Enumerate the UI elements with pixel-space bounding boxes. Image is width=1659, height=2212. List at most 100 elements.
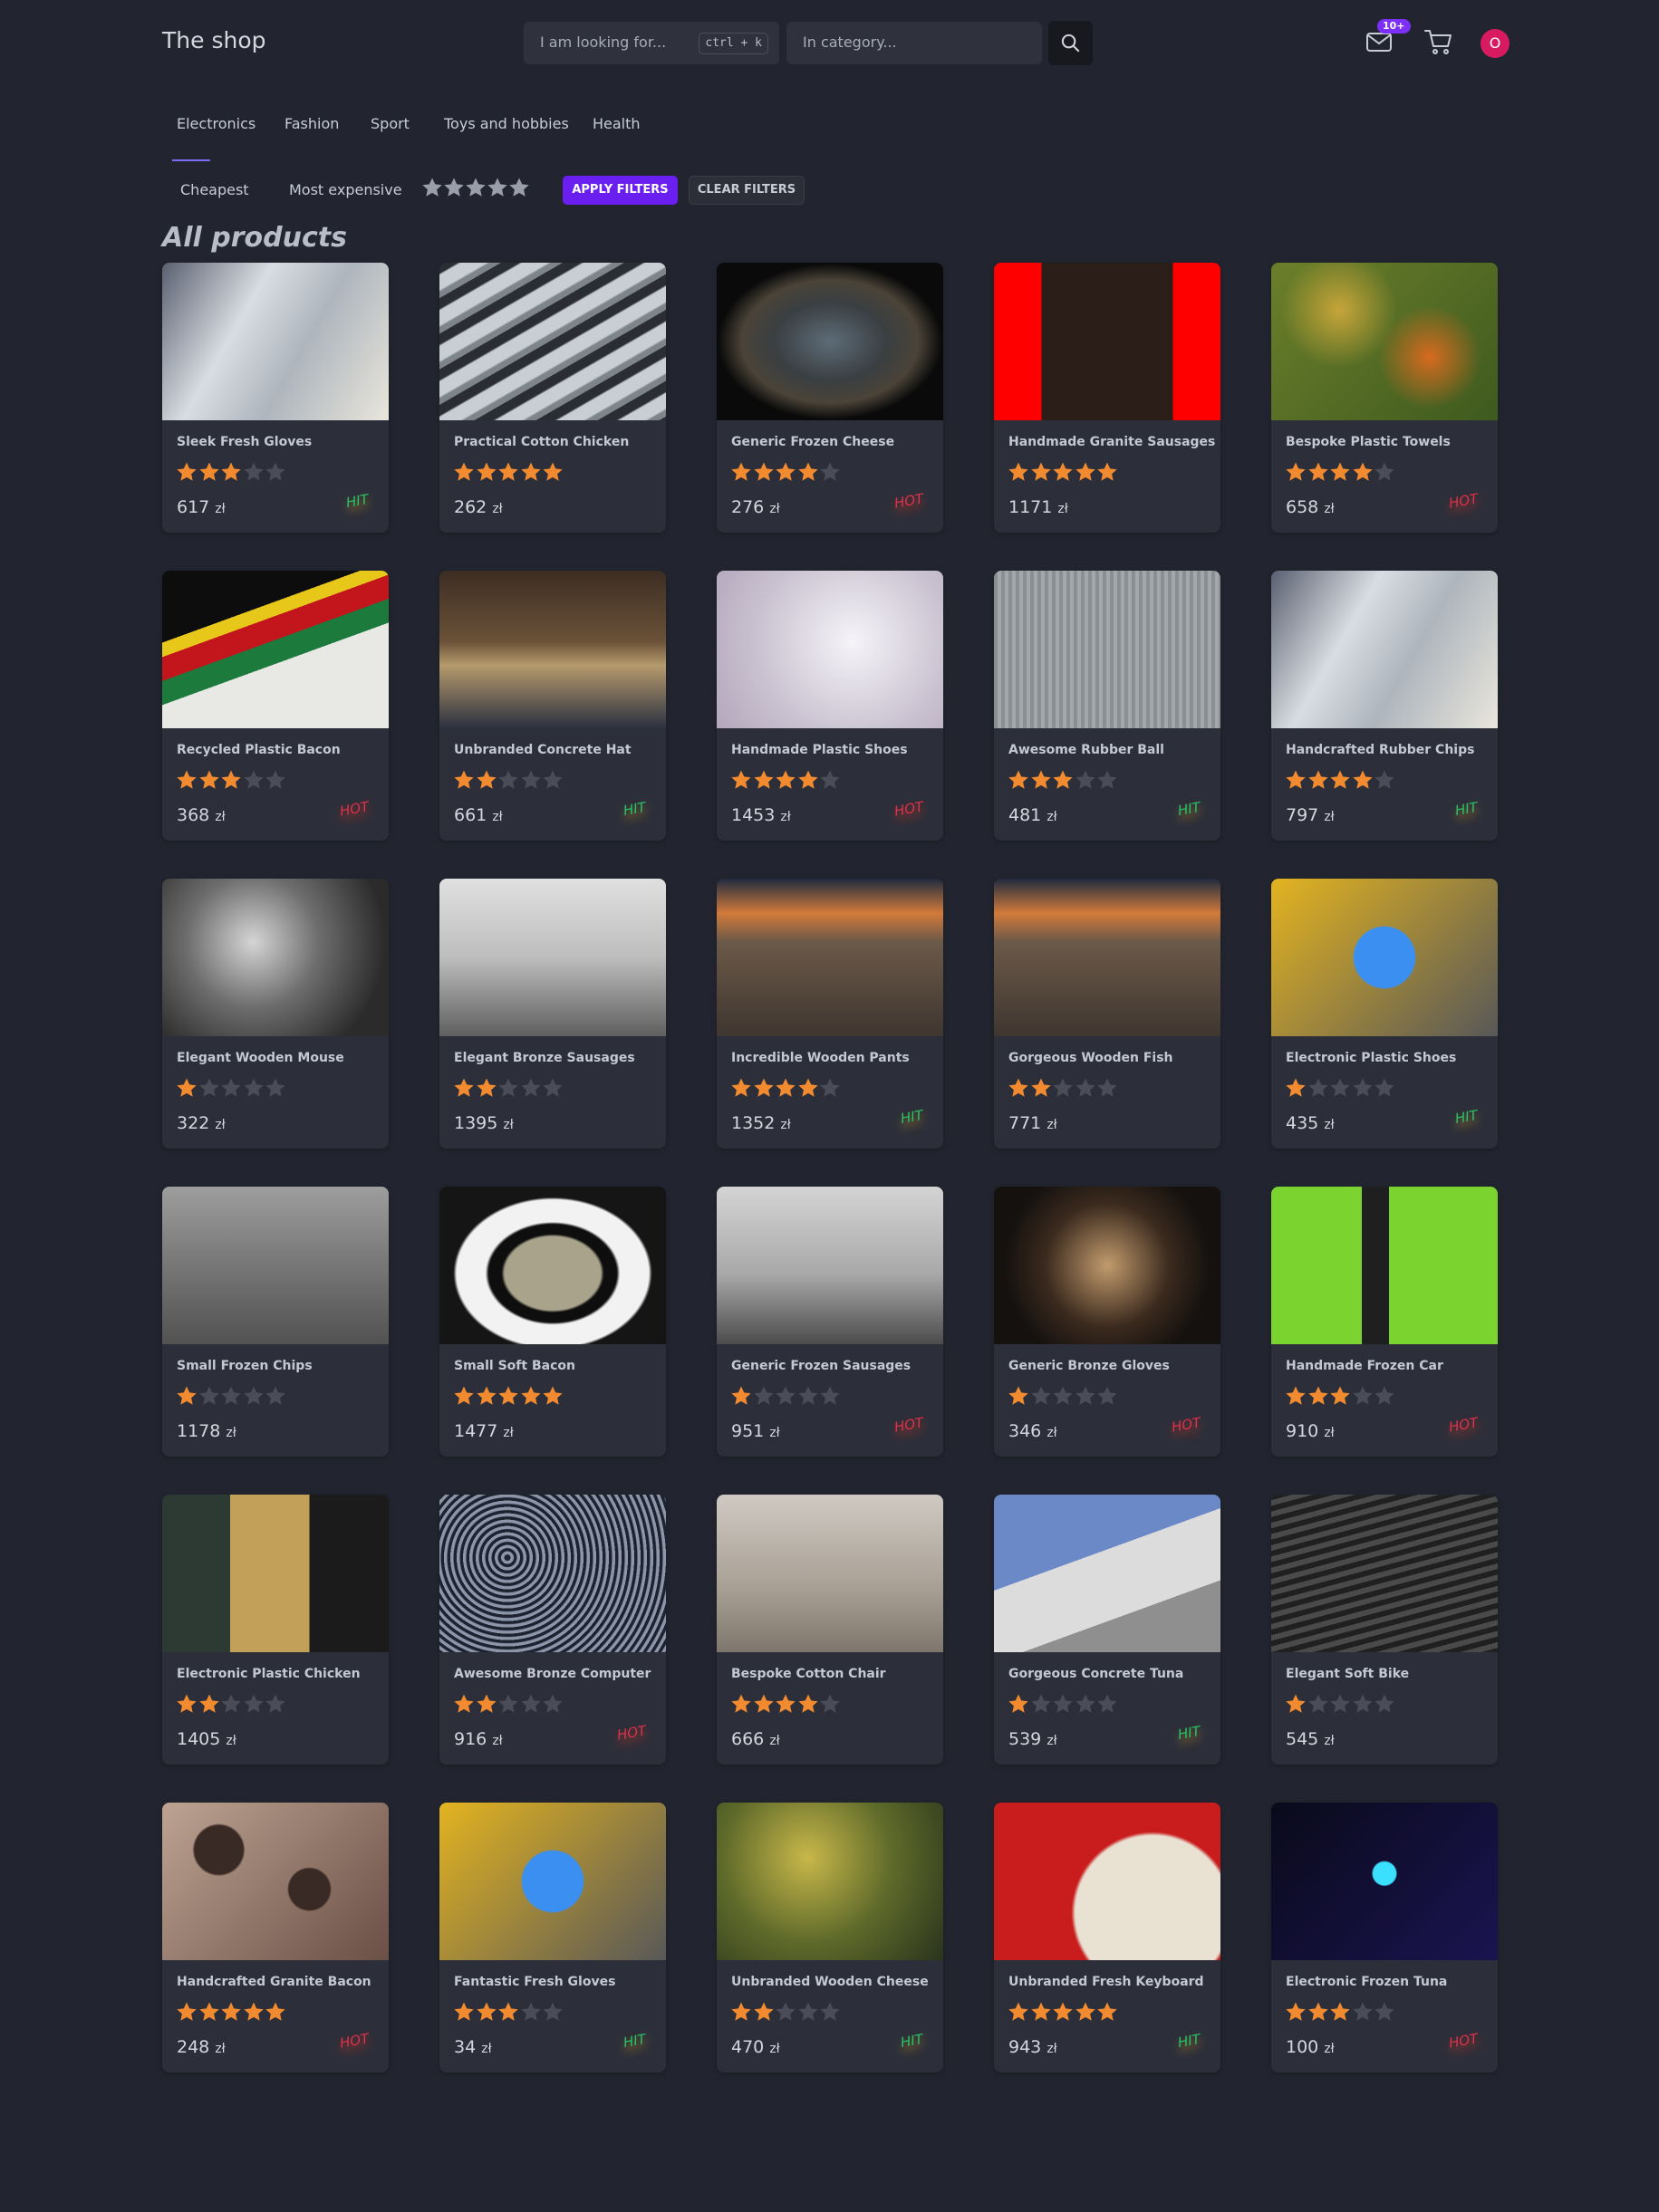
product-image[interactable] bbox=[439, 1495, 666, 1652]
clear-filters-button[interactable]: CLEAR FILTERS bbox=[689, 176, 805, 205]
product-name[interactable]: Fantastic Fresh Gloves bbox=[454, 1975, 615, 1989]
rating-filter[interactable] bbox=[421, 177, 530, 204]
product-name[interactable]: Electronic Frozen Tuna bbox=[1286, 1975, 1447, 1989]
product-name[interactable]: Electronic Plastic Shoes bbox=[1286, 1051, 1456, 1065]
product-card[interactable]: Handmade Plastic Shoes 1453 zł HOT bbox=[717, 571, 943, 841]
product-card[interactable]: Awesome Rubber Ball 481 zł HIT bbox=[994, 571, 1220, 841]
product-card[interactable]: Elegant Soft Bike 545 zł bbox=[1271, 1495, 1498, 1765]
product-name[interactable]: Generic Bronze Gloves bbox=[1008, 1359, 1170, 1373]
product-card[interactable]: Recycled Plastic Bacon 368 zł HOT bbox=[162, 571, 389, 841]
apply-filters-button[interactable]: APPLY FILTERS bbox=[563, 176, 678, 205]
product-image[interactable] bbox=[994, 1803, 1220, 1960]
search-input[interactable]: I am looking for... ctrl + k bbox=[524, 22, 779, 64]
sort-most-expensive-button[interactable]: Most expensive bbox=[289, 181, 402, 198]
product-image[interactable] bbox=[994, 1187, 1220, 1344]
product-name[interactable]: Bespoke Plastic Towels bbox=[1286, 435, 1451, 449]
product-card[interactable]: Elegant Wooden Mouse 322 zł bbox=[162, 879, 389, 1149]
product-card[interactable]: Bespoke Cotton Chair 666 zł bbox=[717, 1495, 943, 1765]
tab-electronics[interactable]: Electronics bbox=[177, 115, 256, 132]
product-image[interactable] bbox=[439, 1803, 666, 1960]
product-card[interactable]: Sleek Fresh Gloves 617 zł HIT bbox=[162, 263, 389, 533]
product-image[interactable] bbox=[439, 879, 666, 1036]
product-name[interactable]: Sleek Fresh Gloves bbox=[177, 435, 312, 449]
product-card[interactable]: Small Frozen Chips 1178 zł bbox=[162, 1187, 389, 1457]
product-image[interactable] bbox=[1271, 879, 1498, 1036]
product-image[interactable] bbox=[717, 263, 943, 420]
product-card[interactable]: Handcrafted Granite Bacon 248 zł HOT bbox=[162, 1803, 389, 2073]
product-name[interactable]: Elegant Wooden Mouse bbox=[177, 1051, 344, 1065]
tab-sport[interactable]: Sport bbox=[371, 115, 410, 132]
product-image[interactable] bbox=[717, 1495, 943, 1652]
product-card[interactable]: Gorgeous Wooden Fish 771 zł bbox=[994, 879, 1220, 1149]
product-name[interactable]: Handmade Frozen Car bbox=[1286, 1359, 1443, 1373]
product-name[interactable]: Unbranded Concrete Hat bbox=[454, 743, 632, 757]
product-image[interactable] bbox=[717, 879, 943, 1036]
product-name[interactable]: Small Soft Bacon bbox=[454, 1359, 575, 1373]
product-name[interactable]: Handcrafted Rubber Chips bbox=[1286, 743, 1474, 757]
product-card[interactable]: Unbranded Wooden Cheese 470 zł HIT bbox=[717, 1803, 943, 2073]
product-card[interactable]: Generic Bronze Gloves 346 zł HOT bbox=[994, 1187, 1220, 1457]
brand-logo[interactable]: The shop bbox=[162, 27, 265, 53]
product-card[interactable]: Unbranded Concrete Hat 661 zł HIT bbox=[439, 571, 666, 841]
sort-cheapest-button[interactable]: Cheapest bbox=[180, 181, 249, 198]
product-name[interactable]: Awesome Rubber Ball bbox=[1008, 743, 1164, 757]
product-image[interactable] bbox=[994, 571, 1220, 728]
product-card[interactable]: Generic Frozen Cheese 276 zł HOT bbox=[717, 263, 943, 533]
product-name[interactable]: Practical Cotton Chicken bbox=[454, 435, 629, 449]
product-image[interactable] bbox=[717, 571, 943, 728]
product-image[interactable] bbox=[162, 1803, 389, 1960]
search-button[interactable] bbox=[1048, 21, 1093, 65]
product-card[interactable]: Fantastic Fresh Gloves 34 zł HIT bbox=[439, 1803, 666, 2073]
product-image[interactable] bbox=[439, 263, 666, 420]
product-image[interactable] bbox=[162, 1187, 389, 1344]
product-card[interactable]: Handcrafted Rubber Chips 797 zł HIT bbox=[1271, 571, 1498, 841]
product-card[interactable]: Generic Frozen Sausages 951 zł HOT bbox=[717, 1187, 943, 1457]
product-name[interactable]: Generic Frozen Sausages bbox=[731, 1359, 911, 1373]
product-name[interactable]: Bespoke Cotton Chair bbox=[731, 1667, 886, 1681]
tab-toys-and-hobbies[interactable]: Toys and hobbies bbox=[444, 115, 569, 132]
product-name[interactable]: Handmade Granite Sausages bbox=[1008, 435, 1215, 449]
product-name[interactable]: Electronic Plastic Chicken bbox=[177, 1667, 361, 1681]
product-card[interactable]: Unbranded Fresh Keyboard 943 zł HIT bbox=[994, 1803, 1220, 2073]
product-card[interactable]: Elegant Bronze Sausages 1395 zł bbox=[439, 879, 666, 1149]
product-name[interactable]: Gorgeous Wooden Fish bbox=[1008, 1051, 1173, 1065]
product-card[interactable]: Gorgeous Concrete Tuna 539 zł HIT bbox=[994, 1495, 1220, 1765]
product-image[interactable] bbox=[162, 1495, 389, 1652]
product-image[interactable] bbox=[1271, 1187, 1498, 1344]
product-image[interactable] bbox=[162, 263, 389, 420]
product-name[interactable]: Awesome Bronze Computer bbox=[454, 1667, 651, 1681]
product-card[interactable]: Electronic Plastic Chicken 1405 zł bbox=[162, 1495, 389, 1765]
product-card[interactable]: Practical Cotton Chicken 262 zł bbox=[439, 263, 666, 533]
product-name[interactable]: Small Frozen Chips bbox=[177, 1359, 313, 1373]
product-image[interactable] bbox=[162, 879, 389, 1036]
product-card[interactable]: Incredible Wooden Pants 1352 zł HIT bbox=[717, 879, 943, 1149]
product-image[interactable] bbox=[994, 1495, 1220, 1652]
product-card[interactable]: Awesome Bronze Computer 916 zł HOT bbox=[439, 1495, 666, 1765]
product-name[interactable]: Incredible Wooden Pants bbox=[731, 1051, 910, 1065]
tab-health[interactable]: Health bbox=[593, 115, 641, 132]
product-image[interactable] bbox=[717, 1187, 943, 1344]
cart-button[interactable] bbox=[1423, 27, 1454, 56]
product-image[interactable] bbox=[717, 1803, 943, 1960]
product-image[interactable] bbox=[162, 571, 389, 728]
product-image[interactable] bbox=[1271, 571, 1498, 728]
product-image[interactable] bbox=[994, 263, 1220, 420]
product-image[interactable] bbox=[439, 571, 666, 728]
tab-fashion[interactable]: Fashion bbox=[285, 115, 339, 132]
product-card[interactable]: Small Soft Bacon 1477 zł bbox=[439, 1187, 666, 1457]
product-name[interactable]: Handcrafted Granite Bacon bbox=[177, 1975, 371, 1989]
product-card[interactable]: Bespoke Plastic Towels 658 zł HOT bbox=[1271, 263, 1498, 533]
product-image[interactable] bbox=[1271, 263, 1498, 420]
product-name[interactable]: Recycled Plastic Bacon bbox=[177, 743, 341, 757]
product-name[interactable]: Unbranded Fresh Keyboard bbox=[1008, 1975, 1204, 1989]
product-name[interactable]: Elegant Soft Bike bbox=[1286, 1667, 1409, 1681]
avatar[interactable]: O bbox=[1481, 29, 1509, 58]
category-input[interactable]: In category... bbox=[786, 22, 1042, 64]
product-card[interactable]: Handmade Frozen Car 910 zł HOT bbox=[1271, 1187, 1498, 1457]
product-card[interactable]: Handmade Granite Sausages 1171 zł bbox=[994, 263, 1220, 533]
product-image[interactable] bbox=[1271, 1803, 1498, 1960]
product-image[interactable] bbox=[994, 879, 1220, 1036]
product-name[interactable]: Generic Frozen Cheese bbox=[731, 435, 894, 449]
product-name[interactable]: Handmade Plastic Shoes bbox=[731, 743, 908, 757]
product-image[interactable] bbox=[439, 1187, 666, 1344]
